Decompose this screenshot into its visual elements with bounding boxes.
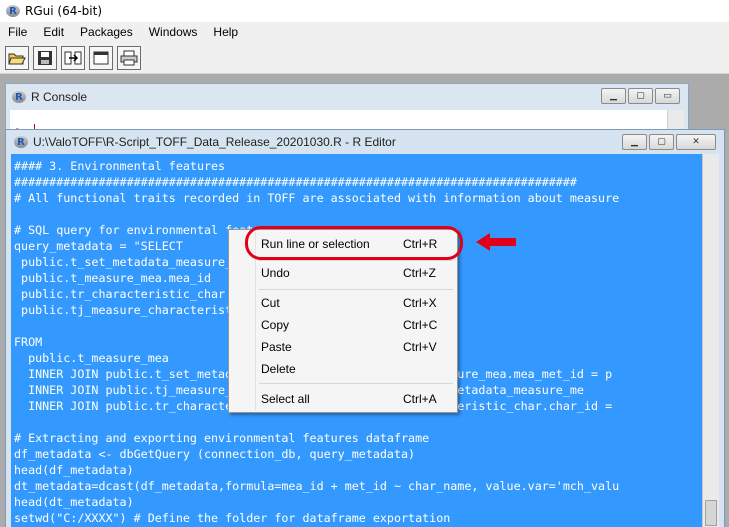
window-icon (93, 51, 109, 64)
menu-item-label: Paste (261, 340, 292, 354)
minimize-button[interactable]: ▁ (601, 88, 626, 104)
minimize-icon: ▁ (631, 137, 638, 147)
menu-item-label: Copy (261, 318, 290, 332)
menu-item-select-all[interactable]: Select all Ctrl+A (229, 389, 457, 409)
menu-file[interactable]: File (0, 25, 35, 39)
menu-item-shortcut: Ctrl+A (403, 392, 437, 406)
menu-separator (259, 289, 453, 290)
code-line[interactable]: df_metadata <- dbGetQuery (connection_db… (14, 446, 619, 462)
maximize-icon: ▢ (636, 91, 645, 101)
toolbar (0, 42, 729, 74)
code-line[interactable]: dt_metadata=dcast(df_metadata,formula=me… (14, 478, 619, 494)
menu-edit[interactable]: Edit (35, 25, 72, 39)
menu-item-copy[interactable]: Copy Ctrl+C (229, 315, 457, 335)
menu-item-shortcut: Ctrl+V (403, 340, 437, 354)
new-window-button[interactable] (89, 45, 113, 70)
load-workspace-button[interactable] (61, 45, 85, 70)
menu-item-cut[interactable]: Cut Ctrl+X (229, 293, 457, 313)
maximize-button[interactable]: ▢ (628, 88, 653, 104)
menu-item-undo[interactable]: Undo Ctrl+Z (229, 263, 457, 283)
console-window-controls: ▁ ▢ ▭ (599, 88, 680, 104)
app-titlebar: R RGui (64-bit) (0, 0, 729, 22)
r-logo-icon: R (14, 136, 28, 148)
code-line[interactable]: ########################################… (14, 174, 619, 190)
minimize-button[interactable]: ▁ (622, 134, 647, 150)
highlight-annotation (245, 226, 463, 260)
code-line[interactable]: head(df_metadata) (14, 462, 619, 478)
menu-separator (259, 383, 453, 384)
load-workspace-icon (64, 51, 82, 64)
code-line[interactable] (14, 206, 619, 222)
menu-item-delete[interactable]: Delete (229, 359, 457, 379)
code-line[interactable]: # Extracting and exporting environmental… (14, 430, 619, 446)
menu-packages[interactable]: Packages (72, 25, 141, 39)
editor-window-controls: ▁ ▢ ✕ (620, 134, 716, 150)
code-line[interactable]: head(dt_metadata) (14, 494, 619, 510)
code-line[interactable] (14, 414, 619, 430)
console-titlebar[interactable]: R R Console (6, 84, 688, 110)
menu-windows[interactable]: Windows (141, 25, 206, 39)
editor-scrollbar[interactable] (702, 154, 719, 527)
menu-item-label: Select all (261, 392, 310, 406)
menu-item-label: Delete (261, 362, 296, 376)
editor-titlebar[interactable]: R U:\ValoTOFF\R-Script_TOFF_Data_Release… (6, 130, 724, 154)
save-button[interactable] (33, 45, 57, 70)
r-logo-icon: R (12, 91, 26, 103)
menu-item-shortcut: Ctrl+Z (403, 266, 436, 280)
r-logo-icon: R (6, 5, 20, 17)
print-icon (120, 50, 138, 65)
menu-separator (259, 260, 453, 261)
editor-title: U:\ValoTOFF\R-Script_TOFF_Data_Release_2… (33, 135, 396, 149)
code-line[interactable]: #### 3. Environmental features (14, 158, 619, 174)
menubar: File Edit Packages Windows Help (0, 22, 729, 42)
console-title: R Console (31, 90, 88, 104)
red-arrow-icon (476, 233, 516, 251)
menu-item-paste[interactable]: Paste Ctrl+V (229, 337, 457, 357)
app-title: RGui (64-bit) (25, 4, 103, 18)
menu-item-shortcut: Ctrl+C (403, 318, 438, 332)
menu-item-label: Undo (261, 266, 290, 280)
maximize-icon: ▢ (657, 137, 666, 147)
open-folder-icon (8, 53, 26, 64)
menu-item-label: Cut (261, 296, 280, 310)
close-button[interactable]: ✕ (676, 134, 716, 150)
maximize-button[interactable]: ▢ (649, 134, 674, 150)
code-line[interactable]: setwd("C:/XXXX") # Define the folder for… (14, 510, 619, 526)
save-icon (38, 50, 52, 65)
menu-item-shortcut: Ctrl+X (403, 296, 437, 310)
code-line[interactable]: # All functional traits recorded in TOFF… (14, 190, 619, 206)
open-script-button[interactable] (5, 45, 29, 70)
menu-help[interactable]: Help (205, 25, 246, 39)
close-icon: ✕ (692, 137, 700, 147)
restore-button[interactable]: ▭ (655, 88, 680, 104)
scrollbar-thumb[interactable] (705, 500, 717, 526)
minimize-icon: ▁ (610, 91, 617, 101)
restore-icon: ▭ (663, 91, 672, 101)
print-button[interactable] (117, 45, 141, 70)
